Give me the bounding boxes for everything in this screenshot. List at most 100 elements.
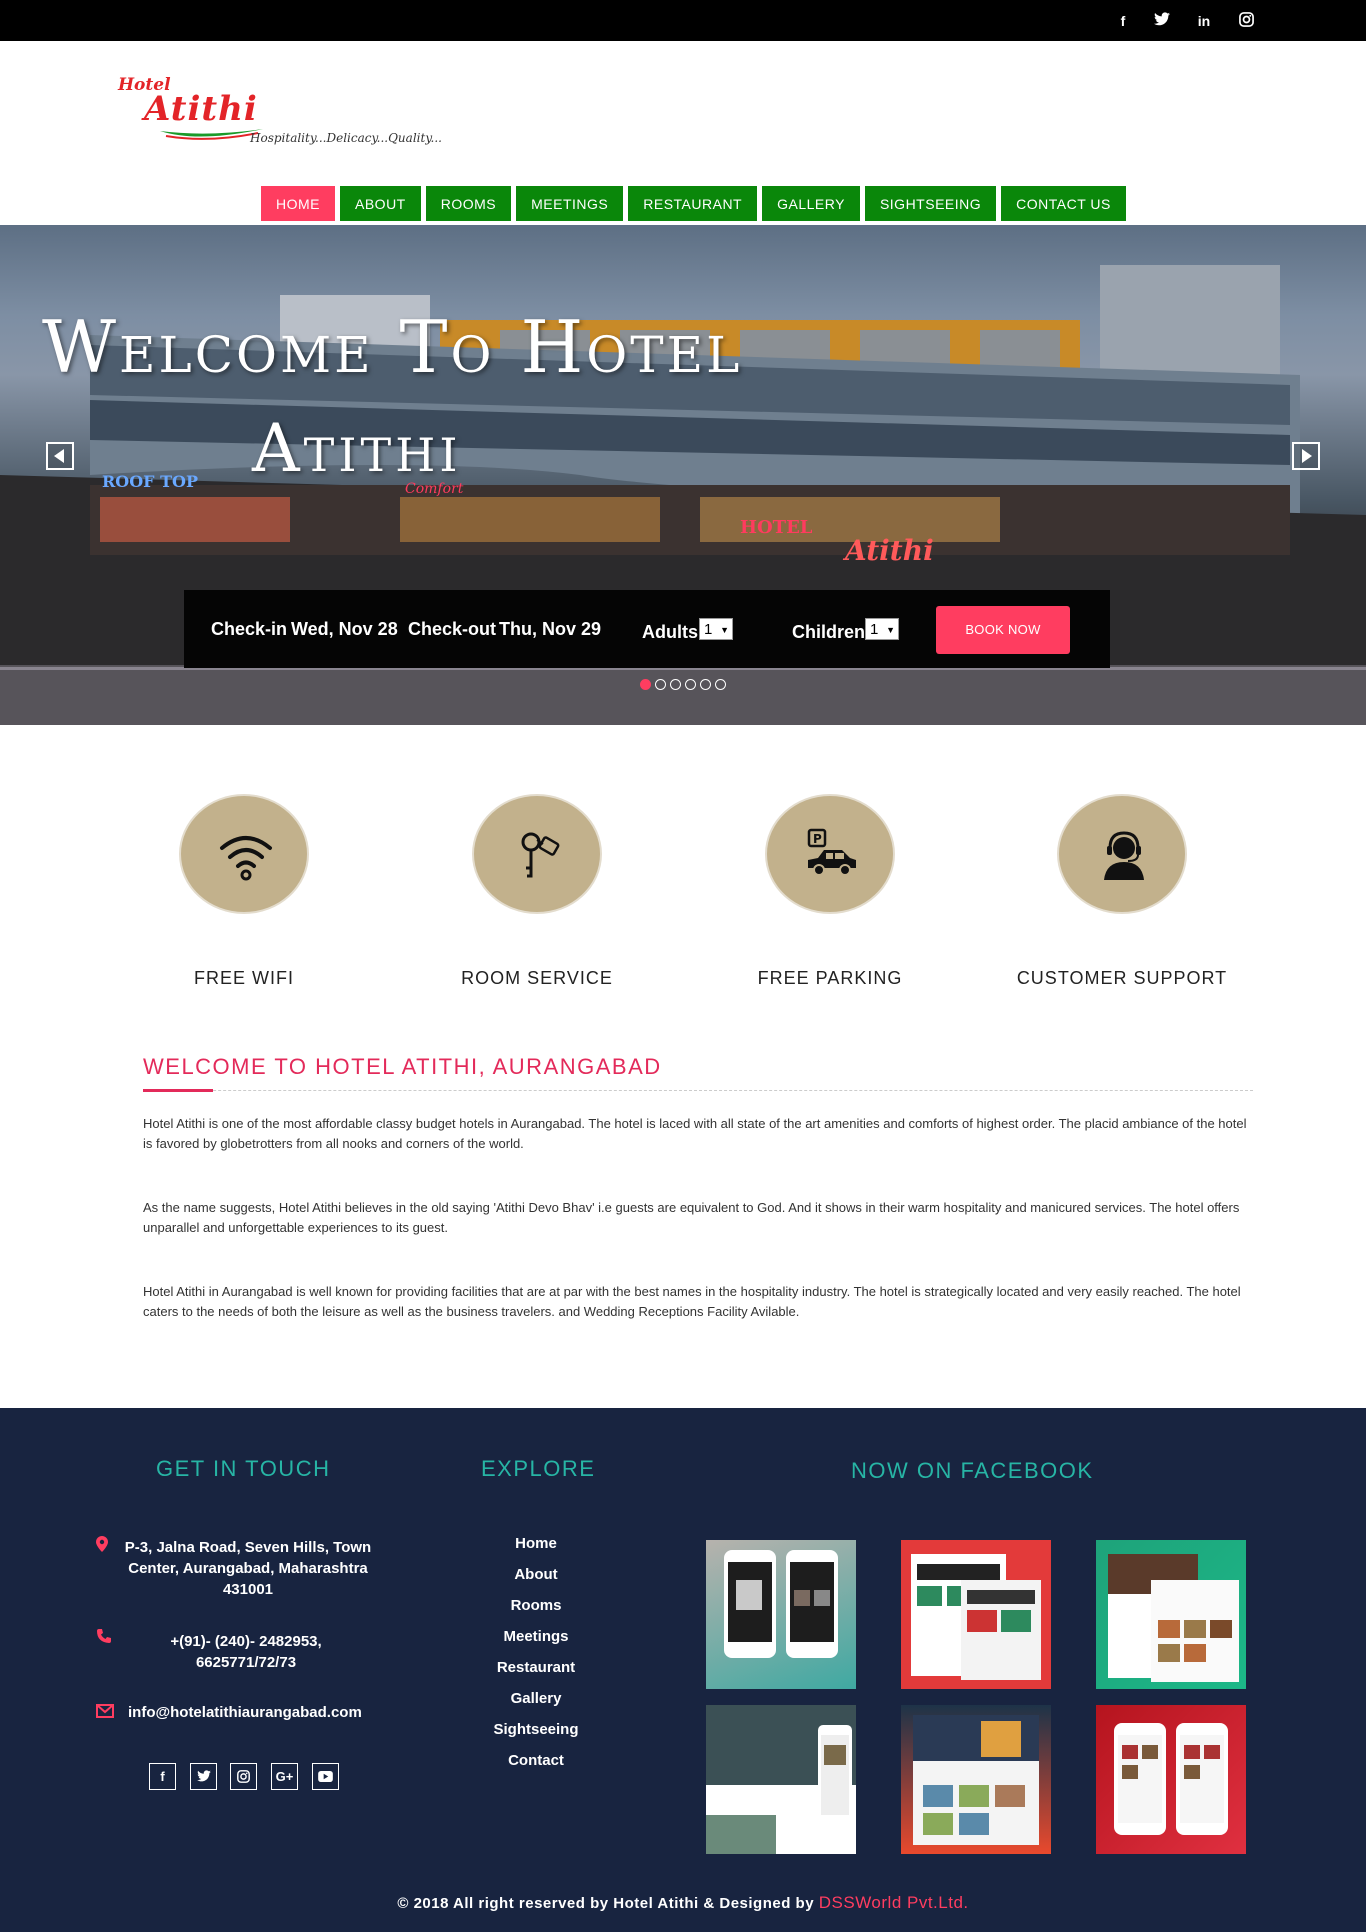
explore-link-home[interactable]: Home (436, 1535, 636, 1552)
chevron-left-icon (54, 449, 64, 463)
copyright-text: © 2018 All right reserved by Hotel Atith… (397, 1895, 815, 1912)
nav-restaurant[interactable]: RESTAURANT (627, 185, 759, 222)
checkout-label: Check-out (408, 619, 497, 639)
contact-heading: GET IN TOUCH (156, 1456, 331, 1481)
slider-dot[interactable] (640, 679, 651, 690)
svg-text:HOTEL: HOTEL (740, 517, 813, 538)
nav-home[interactable]: HOME (260, 185, 336, 222)
children-select[interactable]: 1 ▼ (865, 618, 899, 640)
svg-text:ROOF TOP: ROOF TOP (102, 472, 198, 491)
facebook-post-thumbnail[interactable] (901, 1705, 1051, 1854)
facebook-icon[interactable]: f (149, 1763, 176, 1790)
designer-link[interactable]: DSSWorld Pvt.Ltd. (819, 1893, 969, 1912)
instagram-icon[interactable] (230, 1763, 257, 1790)
top-social-bar: f in (0, 0, 1366, 41)
slider-dot[interactable] (655, 679, 666, 690)
facebook-post-thumbnail[interactable] (1096, 1540, 1246, 1689)
amenity-circle: P (765, 794, 895, 914)
nav-gallery[interactable]: GALLERY (761, 185, 861, 222)
facebook-post-thumbnail[interactable] (706, 1540, 856, 1689)
copyright: © 2018 All right reserved by Hotel Atith… (0, 1893, 1366, 1913)
welcome-divider (143, 1089, 1253, 1092)
hotel-logo[interactable]: Hotel Atithi Hospitality...Delicacy...Qu… (118, 75, 442, 155)
facebook-post-thumbnail[interactable] (706, 1705, 856, 1854)
amenity-label: FREE WIFI (194, 968, 294, 988)
children-label: Children (792, 622, 866, 642)
checkout-date[interactable]: Thu, Nov 29 (499, 590, 601, 668)
svg-text:Atithi: Atithi (842, 534, 934, 567)
twitter-icon[interactable] (1153, 12, 1171, 30)
instagram-icon[interactable] (1237, 12, 1255, 30)
amenity-label: FREE PARKING (757, 968, 903, 988)
book-now-button[interactable]: BOOK NOW (936, 606, 1070, 654)
checkin-date[interactable]: Wed, Nov 28 (291, 590, 398, 668)
amenity-circle (1057, 794, 1187, 914)
nav-meetings[interactable]: MEETINGS (515, 185, 625, 222)
slider-prev-button[interactable] (46, 442, 74, 470)
youtube-icon[interactable] (312, 1763, 339, 1790)
logo-name-text: Atithi (144, 89, 258, 129)
slider-dot[interactable] (670, 679, 681, 690)
welcome-paragraph-1: Hotel Atithi is one of the most affordab… (143, 1116, 1247, 1151)
amenity-customer-support: CUSTOMER SUPPORT (1017, 794, 1226, 988)
slider-dot[interactable] (700, 679, 711, 690)
nav-contact-us[interactable]: CONTACT US (1000, 185, 1127, 222)
nav-sightseeing[interactable]: SIGHTSEEING (863, 185, 998, 222)
adults-select-value: 1 (704, 621, 713, 638)
chevron-down-icon: ▼ (886, 625, 895, 635)
location-pin-icon (96, 1536, 108, 1552)
logo-tagline: Hospitality...Delicacy...Quality... (250, 131, 442, 145)
main-nav: HOME ABOUT ROOMS MEETINGS RESTAURANT GAL… (260, 185, 1127, 222)
amenity-circle (472, 794, 602, 914)
amenity-free-parking: P FREE PARKING (758, 794, 901, 988)
adults-select[interactable]: 1 ▼ (699, 618, 733, 640)
contact-phone[interactable]: +(91)- (240)- 2482953, 6625771/72/73 (130, 1631, 362, 1673)
explore-link-sightseeing[interactable]: Sightseeing (436, 1721, 636, 1738)
hero-title-line1: Welcome To Hotel (42, 305, 743, 389)
explore-heading: EXPLORE (481, 1456, 596, 1481)
hero-title-line2: Atithi (252, 410, 462, 487)
explore-link-rooms[interactable]: Rooms (436, 1597, 636, 1614)
booking-bar: Check-in Wed, Nov 28 Check-out Thu, Nov … (184, 590, 1110, 668)
email-icon (96, 1704, 114, 1718)
slider-dots (640, 679, 726, 690)
slider-dot[interactable] (715, 679, 726, 690)
chevron-right-icon (1302, 449, 1312, 463)
explore-link-meetings[interactable]: Meetings (436, 1628, 636, 1645)
facebook-icon[interactable]: f (1114, 12, 1132, 30)
facebook-heading: NOW ON FACEBOOK (851, 1458, 1094, 1483)
nav-about[interactable]: ABOUT (339, 185, 422, 222)
linkedin-icon[interactable]: in (1195, 12, 1213, 30)
contact-address: P-3, Jalna Road, Seven Hills, Town Cente… (124, 1539, 372, 1598)
hero-slider: ROOF TOP Comfort HOTEL Atithi Welcome To… (0, 225, 1366, 725)
welcome-paragraph-2: As the name suggests, Hotel Atithi belie… (143, 1200, 1240, 1235)
chevron-down-icon: ▼ (720, 625, 729, 635)
facebook-post-thumbnail[interactable] (1096, 1705, 1246, 1854)
wifi-icon (220, 836, 272, 881)
amenity-circle (179, 794, 309, 914)
amenity-free-wifi: FREE WIFI (179, 794, 309, 988)
welcome-heading: WELCOME TO HOTEL ATITHI, AURANGABAD (143, 1054, 662, 1079)
headset-support-icon (1104, 831, 1144, 880)
explore-link-gallery[interactable]: Gallery (436, 1690, 636, 1707)
parking-car-icon: P (807, 828, 856, 876)
svg-text:P: P (813, 832, 822, 846)
children-select-value: 1 (870, 621, 879, 638)
adults-label: Adults (642, 622, 698, 642)
facebook-post-thumbnail[interactable] (901, 1540, 1051, 1689)
nav-rooms[interactable]: ROOMS (424, 185, 513, 222)
phone-icon (97, 1629, 111, 1643)
amenity-room-service: ROOM SERVICE (461, 794, 612, 988)
welcome-paragraph-3: Hotel Atithi in Aurangabad is well known… (143, 1284, 1241, 1319)
slider-next-button[interactable] (1292, 442, 1320, 470)
explore-link-restaurant[interactable]: Restaurant (436, 1659, 636, 1676)
key-icon (521, 832, 560, 878)
slider-dot[interactable] (685, 679, 696, 690)
amenity-label: CUSTOMER SUPPORT (1016, 968, 1228, 988)
explore-link-about[interactable]: About (436, 1566, 636, 1583)
contact-email[interactable]: info@hotelatithiaurangabad.com (128, 1702, 378, 1723)
twitter-icon[interactable] (190, 1763, 217, 1790)
google-plus-icon[interactable]: G+ (271, 1763, 298, 1790)
explore-link-contact[interactable]: Contact (436, 1752, 636, 1769)
checkin-label: Check-in (211, 619, 288, 639)
